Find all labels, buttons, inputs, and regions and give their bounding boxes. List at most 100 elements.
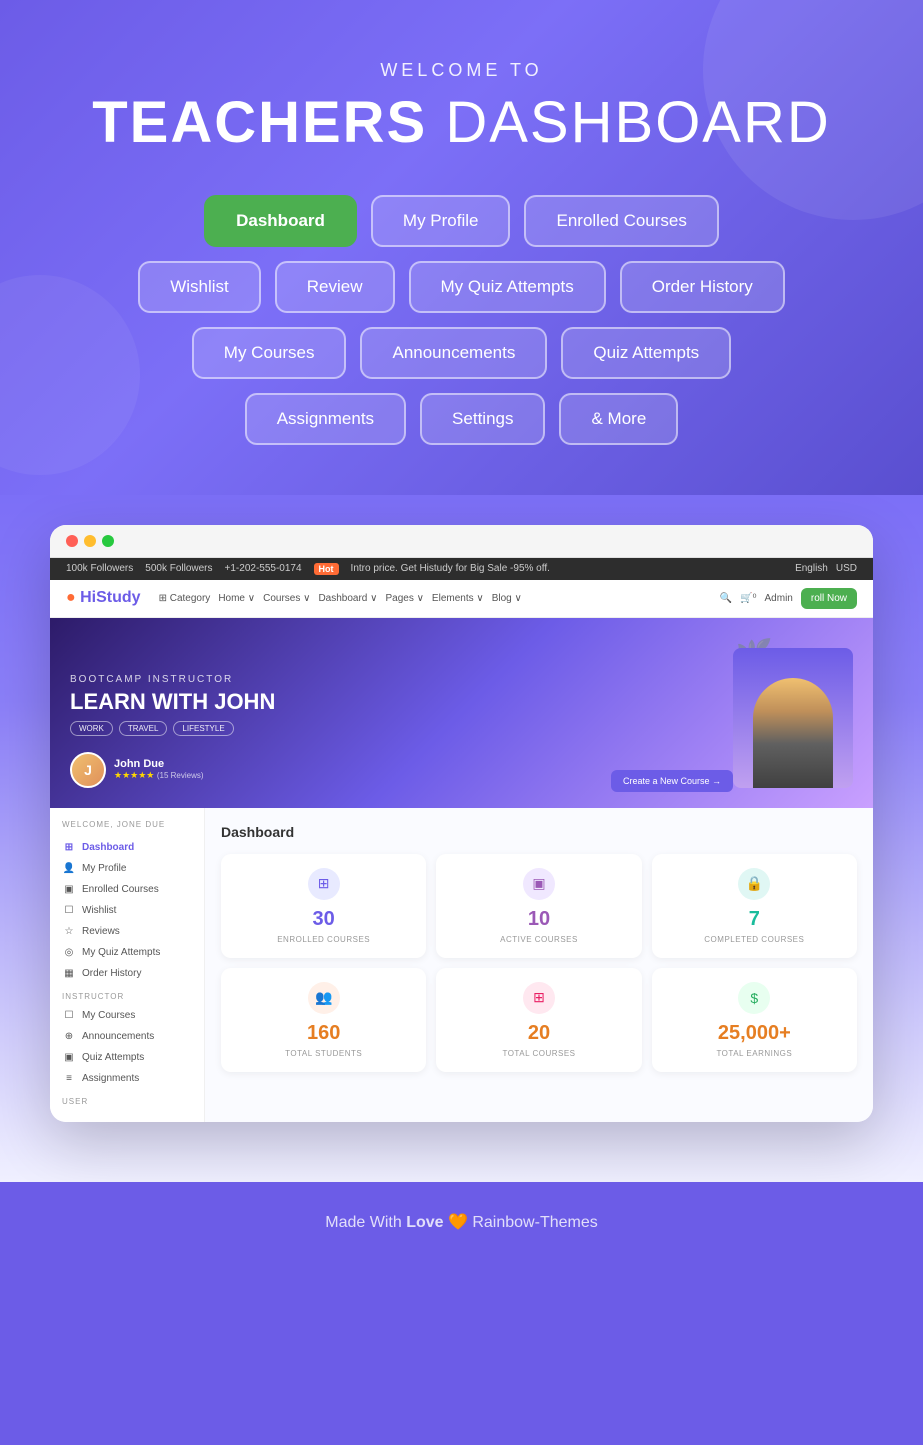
nav-links: ⊞ Category Home ∨ Courses ∨ Dashboard ∨ …: [159, 593, 522, 604]
nav-btn-my-profile[interactable]: My Profile: [371, 195, 511, 247]
dashboard-layout: WELCOME, JONE DUE ⊞ Dashboard 👤 My Profi…: [50, 808, 873, 1122]
nav-btn-enrolled-courses[interactable]: Enrolled Courses: [524, 195, 718, 247]
nav-link-home[interactable]: Home ∨: [218, 593, 255, 604]
nav-link-blog[interactable]: Blog ∨: [492, 593, 522, 604]
sidebar-label-assignments: Assignments: [82, 1073, 139, 1084]
stat-active-courses: ▣ 10 ACTIVE COURSES: [436, 854, 641, 958]
create-course-button[interactable]: Create a New Course →: [611, 770, 733, 792]
instructor-details: John Due ★★★★★ (15 Reviews): [114, 758, 204, 781]
search-icon[interactable]: 🔍: [720, 593, 732, 604]
sidebar-item-dashboard[interactable]: ⊞ Dashboard: [50, 837, 204, 858]
nav-row-3: My Courses Announcements Quiz Attempts: [192, 327, 731, 379]
nav-link-courses[interactable]: Courses ∨: [263, 593, 310, 604]
sidebar-item-quiz-attempts[interactable]: ◎ My Quiz Attempts: [50, 942, 204, 963]
sidebar-welcome: WELCOME, JONE DUE: [50, 820, 204, 837]
browser-section: 100k Followers 500k Followers +1-202-555…: [0, 495, 923, 1182]
stat-total-earnings: $ 25,000+ TOTAL EARNINGS: [652, 968, 857, 1072]
announcements-icon: ⊕: [62, 1031, 76, 1042]
language-selector[interactable]: English: [795, 563, 828, 574]
dashboard-main: Dashboard ⊞ 30 ENROLLED COURSES ▣ 10 ACT…: [205, 808, 873, 1122]
reviews-icon: ☆: [62, 926, 76, 937]
other-section-label: USER: [50, 1089, 204, 1110]
quiz-icon: ◎: [62, 947, 76, 958]
logo-dot: ●: [66, 589, 76, 606]
nav-link-dashboard[interactable]: Dashboard ∨: [318, 593, 377, 604]
nav-btn-settings[interactable]: Settings: [420, 393, 545, 445]
stat-enrolled-courses: ⊞ 30 ENROLLED COURSES: [221, 854, 426, 958]
profile-icon: 👤: [62, 863, 76, 874]
nav-link-elements[interactable]: Elements ∨: [432, 593, 484, 604]
enrolled-courses-value: 30: [231, 908, 416, 931]
nav-btn-assignments[interactable]: Assignments: [245, 393, 406, 445]
window-minimize-dot[interactable]: [84, 535, 96, 547]
nav-btn-more[interactable]: & More: [559, 393, 678, 445]
nav-btn-announcements[interactable]: Announcements: [360, 327, 547, 379]
footer-love: Love: [406, 1214, 443, 1231]
nav-btn-my-courses[interactable]: My Courses: [192, 327, 347, 379]
instructor-stars: ★★★★★ (15 Reviews): [114, 770, 204, 781]
sidebar-item-my-profile[interactable]: 👤 My Profile: [50, 858, 204, 879]
dashboard-title: Dashboard: [221, 824, 857, 840]
sidebar-label-profile: My Profile: [82, 863, 126, 874]
footer-heart: 🧡: [448, 1214, 468, 1231]
tag-work: WORK: [70, 721, 113, 736]
stats-grid-top: ⊞ 30 ENROLLED COURSES ▣ 10 ACTIVE COURSE…: [221, 854, 857, 958]
site-topbar: 100k Followers 500k Followers +1-202-555…: [50, 558, 873, 580]
completed-courses-icon: 🔒: [738, 868, 770, 900]
enroll-button[interactable]: roll Now: [801, 588, 857, 609]
nav-btn-review[interactable]: Review: [275, 261, 395, 313]
stats-grid-bottom: 👥 160 TOTAL STUDENTS ⊞ 20 TOTAL COURSES …: [221, 968, 857, 1072]
nav-btn-quiz-attempts[interactable]: My Quiz Attempts: [409, 261, 606, 313]
completed-courses-value: 7: [662, 908, 847, 931]
sidebar: WELCOME, JONE DUE ⊞ Dashboard 👤 My Profi…: [50, 808, 205, 1122]
welcome-text: WELCOME TO: [40, 60, 883, 81]
sidebar-item-wishlist[interactable]: ☐ Wishlist: [50, 900, 204, 921]
course-banner: BOOTCAMP INSTRUCTOR LEARN WITH JOHN WORK…: [50, 618, 873, 808]
quiz-attempts-icon: ▣: [62, 1052, 76, 1063]
sidebar-item-assignments[interactable]: ≡ Assignments: [50, 1068, 204, 1089]
footer: Made With Love 🧡 Rainbow-Themes: [0, 1182, 923, 1262]
active-courses-icon: ▣: [523, 868, 555, 900]
nav-right: 🔍 🛒⁰ Admin roll Now: [720, 588, 857, 609]
admin-label[interactable]: Admin: [765, 593, 793, 604]
sidebar-item-quiz-attempts-instructor[interactable]: ▣ Quiz Attempts: [50, 1047, 204, 1068]
nav-btn-quiz-attempts-instructor[interactable]: Quiz Attempts: [561, 327, 731, 379]
enrolled-courses-icon: ⊞: [308, 868, 340, 900]
nav-row-2: Wishlist Review My Quiz Attempts Order H…: [138, 261, 785, 313]
hero-title-light: DASHBOARD: [427, 90, 831, 155]
sidebar-label-quiz-attempts: Quiz Attempts: [82, 1052, 144, 1063]
nav-link-pages[interactable]: Pages ∨: [385, 593, 423, 604]
promo-text: Intro price. Get Histudy for Big Sale -9…: [351, 563, 550, 574]
stat-total-courses: ⊞ 20 TOTAL COURSES: [436, 968, 641, 1072]
sidebar-item-order-history[interactable]: ▦ Order History: [50, 963, 204, 984]
total-courses-value: 20: [446, 1022, 631, 1045]
site-logo[interactable]: ● HiStudy: [66, 589, 141, 607]
review-count: (15 Reviews): [157, 771, 204, 780]
completed-courses-label: COMPLETED COURSES: [662, 935, 847, 944]
sidebar-item-announcements[interactable]: ⊕ Announcements: [50, 1026, 204, 1047]
total-earnings-label: TOTAL EARNINGS: [662, 1049, 847, 1058]
tag-lifestyle: LIFESTYLE: [173, 721, 233, 736]
enrolled-icon: ▣: [62, 884, 76, 895]
sidebar-item-reviews[interactable]: ☆ Reviews: [50, 921, 204, 942]
banner-tags: WORK TRAVEL LIFESTYLE: [70, 721, 275, 736]
nav-btn-dashboard[interactable]: Dashboard: [204, 195, 357, 247]
sidebar-item-my-courses[interactable]: ☐ My Courses: [50, 1005, 204, 1026]
person-silhouette: [753, 678, 833, 788]
cart-icon[interactable]: 🛒⁰: [740, 593, 756, 604]
nav-link-category[interactable]: ⊞ Category: [159, 593, 211, 604]
sidebar-label-order: Order History: [82, 968, 141, 979]
fb-followers: 100k Followers: [66, 563, 133, 574]
footer-text-start: Made With: [325, 1214, 406, 1231]
nav-btn-wishlist[interactable]: Wishlist: [138, 261, 261, 313]
enrolled-courses-label: ENROLLED COURSES: [231, 935, 416, 944]
window-close-dot[interactable]: [66, 535, 78, 547]
footer-text: Made With Love 🧡 Rainbow-Themes: [30, 1212, 893, 1232]
active-courses-label: ACTIVE COURSES: [446, 935, 631, 944]
nav-btn-order-history[interactable]: Order History: [620, 261, 785, 313]
currency-selector[interactable]: USD: [836, 563, 857, 574]
window-maximize-dot[interactable]: [102, 535, 114, 547]
sidebar-label-enrolled: Enrolled Courses: [82, 884, 159, 895]
sidebar-item-enrolled-courses[interactable]: ▣ Enrolled Courses: [50, 879, 204, 900]
sidebar-label-reviews: Reviews: [82, 926, 120, 937]
